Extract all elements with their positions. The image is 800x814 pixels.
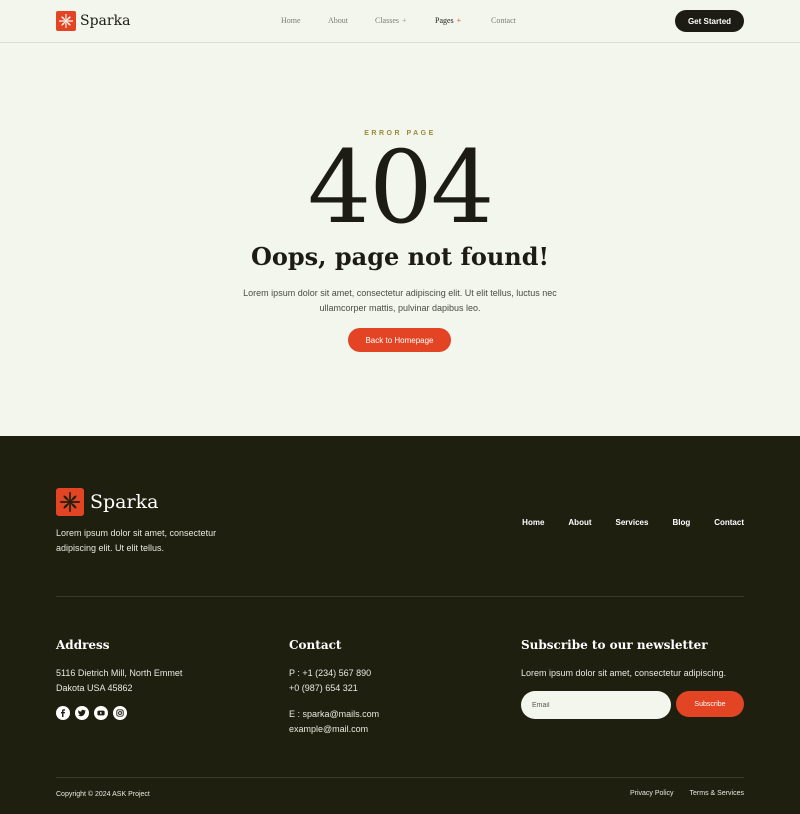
nav-classes[interactable]: Classes + [375, 16, 435, 25]
contact-title: Contact [289, 638, 342, 652]
contact-phone-2: +0 (987) 654 321 [289, 683, 358, 693]
terms-services-link[interactable]: Terms & Services [690, 790, 744, 797]
privacy-policy-link[interactable]: Privacy Policy [630, 790, 674, 797]
youtube-icon[interactable] [94, 706, 108, 720]
sparka-logo-icon [56, 11, 76, 31]
site-header: Sparka Home About Classes + Pages + Cont… [0, 0, 800, 43]
nav-about-label: About [328, 16, 348, 25]
footer-nav: Home About Services Blog Contact [522, 518, 744, 527]
newsletter-text: Lorem ipsum dolor sit amet, consectetur … [521, 668, 727, 678]
brand-logo[interactable]: Sparka [56, 11, 130, 31]
nav-pages[interactable]: Pages + [435, 16, 491, 25]
nav-contact-label: Contact [491, 16, 516, 25]
instagram-icon[interactable] [113, 706, 127, 720]
social-links [56, 706, 127, 720]
footer-nav-blog[interactable]: Blog [672, 518, 690, 527]
get-started-button[interactable]: Get Started [675, 10, 744, 32]
footer-about-text: Lorem ipsum dolor sit amet, consectetur … [56, 528, 217, 553]
footer-nav-contact[interactable]: Contact [714, 518, 744, 527]
nav-classes-label: Classes [375, 16, 399, 25]
back-to-homepage-button[interactable]: Back to Homepage [348, 328, 451, 352]
nav-home[interactable]: Home [281, 16, 328, 25]
address-title: Address [56, 638, 110, 652]
contact-email-2: example@mail.com [289, 724, 369, 734]
newsletter-title: Subscribe to our newsletter [521, 638, 708, 652]
error-code: 404 [307, 129, 495, 246]
newsletter-email-input[interactable] [521, 691, 671, 719]
footer-bottom-divider [56, 777, 744, 778]
footer-brand-logo[interactable]: Sparka [56, 488, 158, 516]
twitter-icon[interactable] [75, 706, 89, 720]
main-nav: Home About Classes + Pages + Contact [281, 16, 516, 25]
nav-contact[interactable]: Contact [491, 16, 516, 25]
address-line-1: 5116 Dietrich Mill, North Emmet [56, 668, 183, 678]
copyright-text: Copyright © 2024 ASK Project [56, 791, 150, 798]
nav-about[interactable]: About [328, 16, 375, 25]
legal-links: Privacy Policy Terms & Services [630, 790, 744, 797]
contact-email-1: E : sparka@mails.com [289, 709, 380, 719]
footer-nav-about[interactable]: About [568, 518, 591, 527]
footer-nav-services[interactable]: Services [616, 518, 649, 527]
footer-divider [56, 596, 744, 597]
nav-pages-label: Pages [435, 16, 454, 25]
plus-icon: + [456, 16, 462, 25]
facebook-icon[interactable] [56, 706, 70, 720]
nav-home-label: Home [281, 16, 301, 25]
error-description: Lorem ipsum dolor sit amet, consectetur … [243, 288, 557, 313]
address-line-2: Dakota USA 45862 [56, 683, 133, 693]
plus-icon: + [402, 16, 407, 25]
contact-phone-1: P : +1 (234) 567 890 [289, 668, 372, 678]
sparka-logo-icon [56, 488, 84, 516]
subscribe-button[interactable]: Subscribe [676, 691, 744, 717]
footer-nav-home[interactable]: Home [522, 518, 544, 527]
error-title: Oops, page not found! [250, 242, 550, 271]
footer-brand-name: Sparka [90, 491, 159, 513]
brand-name: Sparka [80, 13, 131, 29]
site-footer: Sparka Lorem ipsum dolor sit amet, conse… [0, 436, 800, 814]
